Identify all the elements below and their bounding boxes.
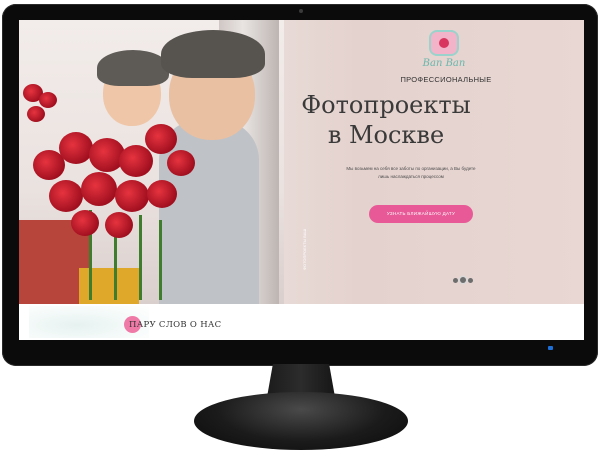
- rose: [71, 210, 99, 236]
- boy-yellow-pants: [79, 268, 139, 304]
- hero-title-line1: Фотопроекты: [301, 91, 471, 119]
- website-screen: ФОТОПРОЕКТЫ ВАШ Ban Ban ПРОФЕССИОНАЛЬНЫЕ…: [19, 20, 584, 340]
- slider-dot[interactable]: [453, 278, 458, 283]
- side-caption: ФОТОПРОЕКТЫ ВАШ: [302, 228, 307, 270]
- boy-cap-back: [161, 30, 265, 78]
- rose: [27, 106, 45, 122]
- monitor-stand-base: [194, 392, 408, 450]
- rose: [59, 132, 93, 164]
- find-date-button[interactable]: УЗНАТЬ БЛИЖАЙШУЮ ДАТУ: [369, 205, 473, 223]
- rose: [81, 172, 117, 206]
- rose: [119, 145, 153, 177]
- rose: [167, 150, 195, 176]
- rose: [147, 180, 177, 208]
- rose: [115, 180, 149, 212]
- boy-cap-front: [97, 50, 169, 86]
- rose-stem: [159, 220, 162, 300]
- about-section: ПАРУ СЛОВ О НАС: [19, 304, 584, 340]
- rose: [39, 92, 57, 108]
- slider-dot[interactable]: [468, 278, 473, 283]
- hero-title-line2: в Москве: [327, 121, 445, 149]
- camera-logo-icon: [431, 32, 457, 54]
- power-indicator: [548, 346, 553, 350]
- hero-title: Фотопроекты в Москве: [273, 90, 499, 150]
- rose: [105, 212, 133, 238]
- camera-dot: [299, 9, 303, 13]
- rose-stem: [139, 215, 142, 300]
- slider-dot-active[interactable]: [460, 277, 466, 283]
- hero-description: Мы возьмем на себя все заботы по организ…: [346, 166, 476, 179]
- logo-text: Ban Ban: [422, 58, 466, 69]
- slider-dots: [453, 277, 473, 285]
- rose: [49, 180, 83, 212]
- hero-photo: [19, 20, 284, 304]
- hero-subtitle: ПРОФЕССИОНАЛЬНЫЕ: [400, 75, 492, 84]
- rose: [145, 124, 177, 154]
- monitor-bezel: ФОТОПРОЕКТЫ ВАШ Ban Ban ПРОФЕССИОНАЛЬНЫЕ…: [2, 4, 598, 366]
- about-title: ПАРУ СЛОВ О НАС: [129, 320, 222, 330]
- hero-section: ФОТОПРОЕКТЫ ВАШ Ban Ban ПРОФЕССИОНАЛЬНЫЕ…: [19, 20, 584, 304]
